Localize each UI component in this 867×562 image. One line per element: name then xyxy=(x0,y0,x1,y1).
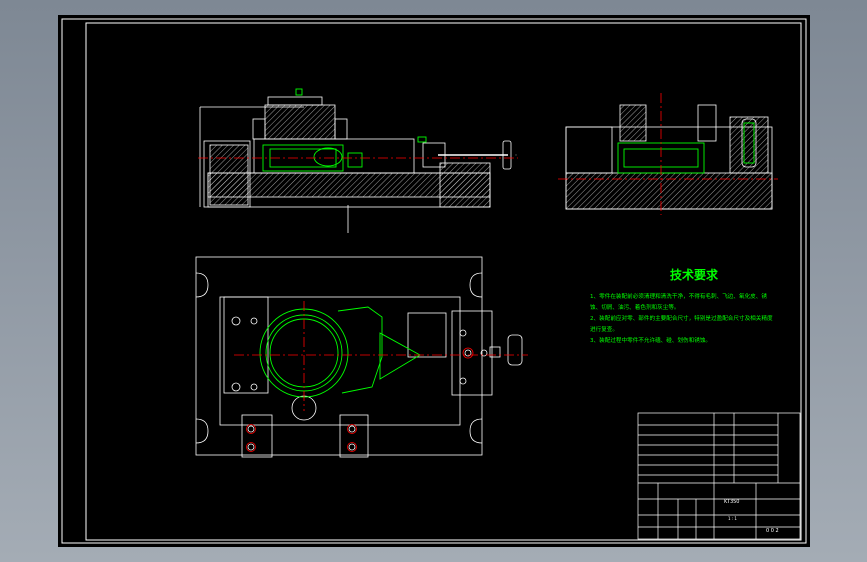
title-block-material: KT350 xyxy=(724,499,740,505)
tech-req-title: 技术要求 xyxy=(670,267,719,282)
tech-req-line-5: 3、装配过程中零件不允许磕、碰、划伤和锈蚀。 xyxy=(590,336,711,344)
plan-view-red-bolts xyxy=(246,347,474,452)
plan-view-workpiece xyxy=(259,306,421,398)
side-view xyxy=(565,104,773,210)
front-view xyxy=(199,96,517,233)
title-block xyxy=(637,412,801,540)
title-block-scale: 1 : 1 xyxy=(728,516,737,521)
tech-req-line-2: 蚀、切屑、油污、着色剂和灰尘等。 xyxy=(590,303,680,311)
tech-req-line-1: 1、零件在装配前必须清理和清洗干净，不得有毛刺、飞边、氧化皮、锈 xyxy=(590,292,767,300)
assembly-drawing: 技术要求 1、零件在装配前必须清理和清洗干净，不得有毛刺、飞边、氧化皮、锈 蚀、… xyxy=(61,18,807,544)
plan-view xyxy=(195,256,523,458)
cad-viewport[interactable]: 技术要求 1、零件在装配前必须清理和清洗干净，不得有毛刺、飞边、氧化皮、锈 蚀、… xyxy=(58,15,810,547)
title-block-sheet: 0 0 2 xyxy=(766,528,779,534)
tech-req-line-4: 进行复查。 xyxy=(590,325,618,333)
tech-req-line-3: 2、装配前应对零、部件的主要配合尺寸，特别是过盈配合尺寸及相关精度 xyxy=(590,314,773,322)
